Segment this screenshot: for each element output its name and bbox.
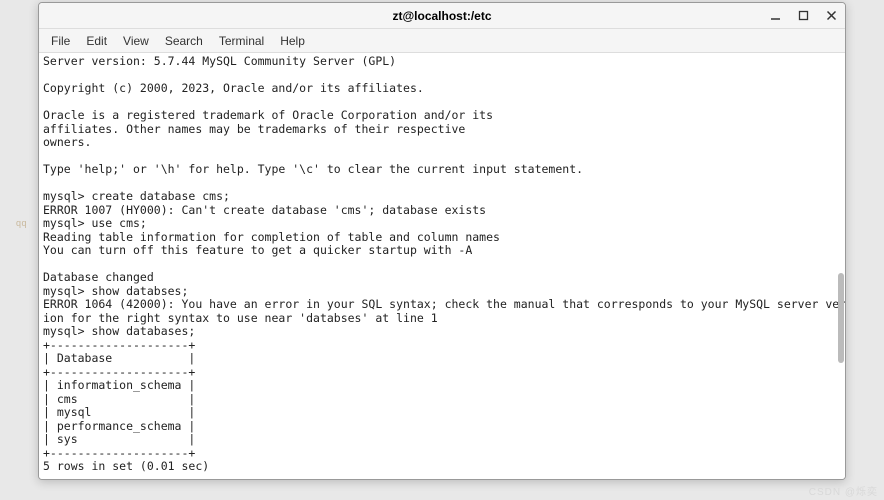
menubar: File Edit View Search Terminal Help [39, 29, 845, 53]
scrollbar-thumb[interactable] [838, 273, 844, 363]
watermark-bottom-right: CSDN @烁奕 [809, 483, 878, 498]
menu-help[interactable]: Help [272, 31, 313, 51]
window-title: zt@localhost:/etc [392, 9, 491, 23]
scrollbar[interactable] [837, 53, 845, 479]
maximize-button[interactable] [793, 6, 813, 26]
menu-search[interactable]: Search [157, 31, 211, 51]
menu-view[interactable]: View [115, 31, 157, 51]
menu-edit[interactable]: Edit [78, 31, 115, 51]
terminal-window: zt@localhost:/etc File Edit View Search … [38, 2, 846, 480]
menu-file[interactable]: File [43, 31, 78, 51]
watermark-left: qq [16, 218, 27, 228]
terminal-output[interactable]: Server version: 5.7.44 MySQL Community S… [39, 53, 845, 479]
minimize-button[interactable] [765, 6, 785, 26]
titlebar[interactable]: zt@localhost:/etc [39, 3, 845, 29]
close-button[interactable] [821, 6, 841, 26]
menu-terminal[interactable]: Terminal [211, 31, 272, 51]
window-controls [765, 3, 841, 28]
